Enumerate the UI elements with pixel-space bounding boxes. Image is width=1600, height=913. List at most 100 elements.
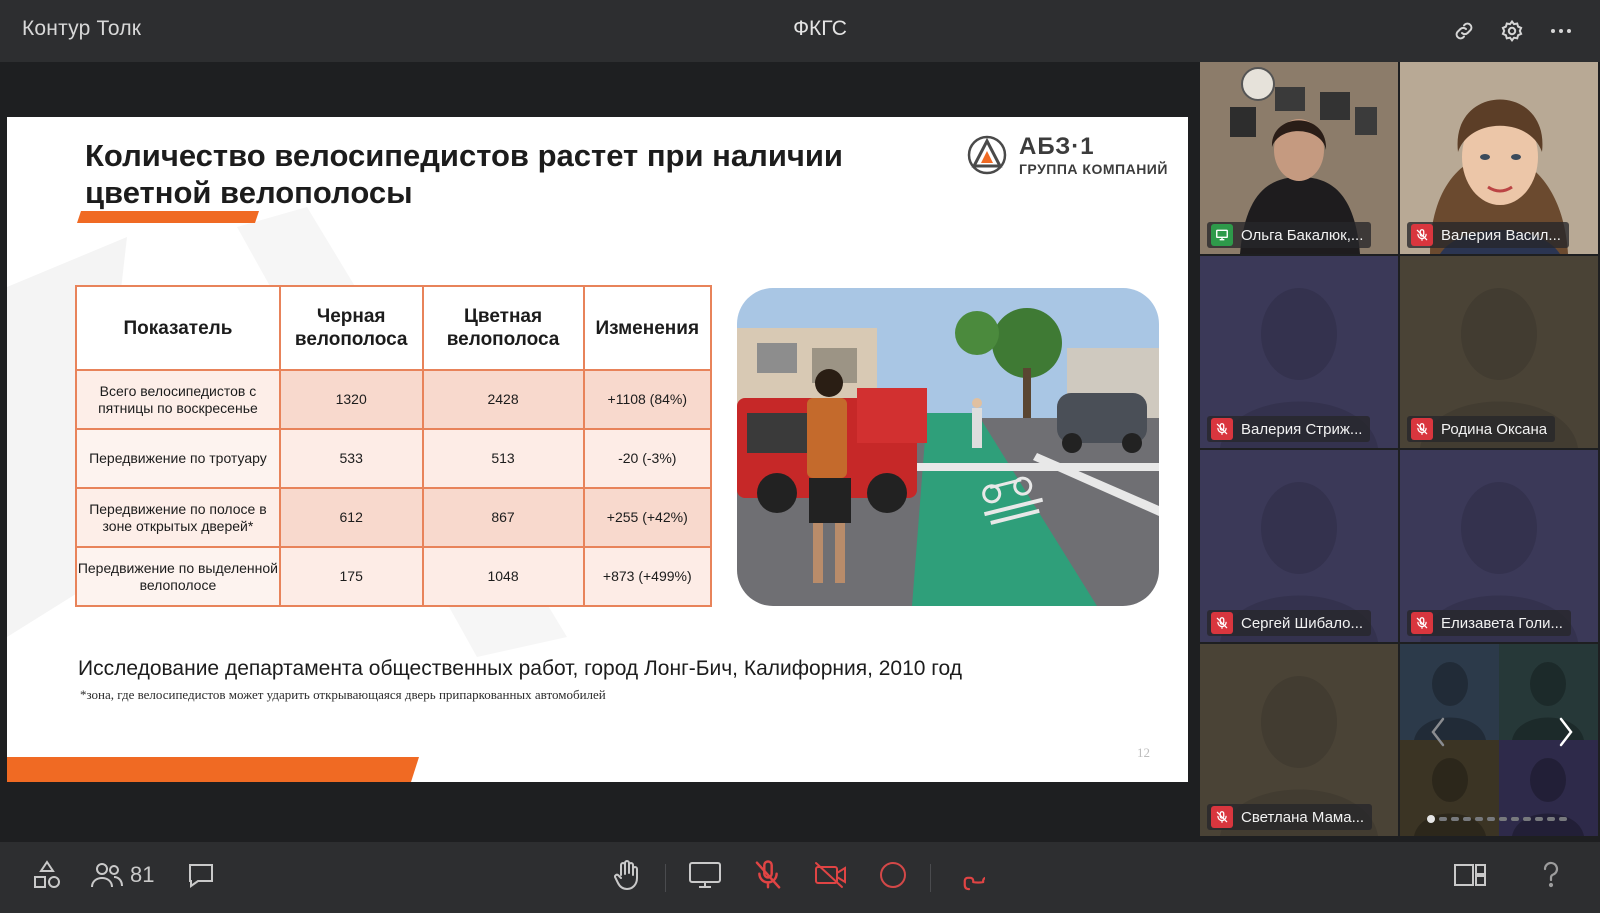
screen-share-badge (1211, 224, 1233, 246)
table-header-cell: Изменения (582, 285, 713, 371)
apps-button[interactable] (30, 856, 64, 894)
muted-badge (1411, 612, 1433, 634)
participant-label: Родина Оксана (1407, 416, 1556, 442)
logo-subtitle: ГРУППА КОМПАНИЙ (1019, 161, 1168, 177)
screen-share-stage: Количество велосипедистов растет при нал… (0, 62, 1198, 842)
participant-name: Валерия Стриж... (1241, 420, 1363, 438)
more-button[interactable] (1546, 16, 1576, 46)
pagination-dot[interactable] (1547, 817, 1555, 821)
muted-badge (1211, 418, 1233, 440)
bike-lane-photo (737, 288, 1159, 606)
link-icon (1455, 22, 1473, 40)
pagination-dot[interactable] (1451, 817, 1459, 821)
pagination-dot[interactable] (1439, 817, 1447, 821)
slide-bottom-accent (7, 757, 419, 782)
participant-tile[interactable]: Валерия Стриж... (1200, 256, 1398, 448)
table-row: Передвижение по выделенной велополосе 17… (75, 546, 713, 607)
slide-page-number: 12 (1137, 745, 1150, 760)
help-button[interactable] (1536, 856, 1566, 894)
record-button[interactable] (876, 856, 910, 894)
hang-up-button[interactable] (951, 856, 987, 894)
title-underline (77, 211, 259, 223)
participant-tile[interactable]: Елизавета Голи... (1400, 450, 1598, 642)
pagination-dot[interactable] (1463, 817, 1471, 821)
participants-button[interactable]: 81 (90, 856, 160, 894)
mic-off-icon (1416, 423, 1428, 435)
table-cell: 867 (421, 487, 585, 548)
layout-button[interactable] (1452, 856, 1488, 894)
participant-tile[interactable]: Сергей Шибало... (1200, 450, 1398, 642)
table-cell: 1320 (278, 369, 424, 430)
layout-icon (1454, 864, 1486, 886)
muted-badge (1211, 806, 1233, 828)
pagination-dot[interactable] (1559, 817, 1567, 821)
table-row: Передвижение по тротуару 533 513 -20 (-3… (75, 428, 713, 489)
participants-grid: Ольга Бакалюк,... Валерия Васил... Валер… (1198, 62, 1600, 842)
slide-title: Количество велосипедистов растет при нал… (85, 138, 843, 210)
mic-off-icon (755, 860, 781, 889)
toolbar-separator (930, 864, 931, 892)
copy-link-button[interactable] (1449, 16, 1479, 46)
participant-name: Валерия Васил... (1441, 226, 1561, 244)
raise-hand-icon (614, 860, 638, 891)
top-bar: Контур Толк ФКГС (0, 0, 1600, 62)
participant-name: Ольга Бакалюк,... (1241, 226, 1364, 244)
pagination-dot[interactable] (1427, 815, 1435, 823)
pagination-dot[interactable] (1523, 817, 1531, 821)
table-cell: +1108 (84%) (582, 369, 713, 430)
meeting-window: Контур Толк ФКГС Количество велосипедист… (0, 0, 1600, 913)
table-cell: -20 (-3%) (582, 428, 713, 489)
participant-label: Сергей Шибало... (1207, 610, 1372, 636)
table-cell: +255 (+42%) (582, 487, 713, 548)
mic-off-icon (1416, 617, 1428, 629)
camera-button[interactable] (812, 856, 850, 894)
slide-footnote: *зона, где велосипедистов может ударить … (80, 687, 606, 702)
raise-hand-button[interactable] (610, 856, 644, 894)
table-cell: Передвижение по тротуару (75, 428, 281, 489)
help-icon (1543, 861, 1559, 888)
participant-tile[interactable]: Светлана Мама... (1200, 644, 1398, 836)
mic-off-icon (1216, 617, 1228, 629)
pagination-dot[interactable] (1535, 817, 1543, 821)
chevron-right-icon (1559, 717, 1573, 747)
participant-label: Елизавета Голи... (1407, 610, 1571, 636)
chat-icon (189, 864, 213, 888)
grid-prev-button[interactable] (1423, 710, 1453, 754)
pagination-dot[interactable] (1487, 817, 1495, 821)
participant-tile[interactable]: Родина Оксана (1400, 256, 1598, 448)
table-cell: Передвижение по полосе в зоне открытых д… (75, 487, 281, 548)
chevron-left-icon (1431, 717, 1445, 747)
participant-tile[interactable]: Ольга Бакалюк,... (1200, 62, 1398, 254)
settings-button[interactable] (1497, 16, 1527, 46)
participant-label: Светлана Мама... (1207, 804, 1373, 830)
camera-off-icon (815, 862, 846, 888)
pagination-dot[interactable] (1511, 817, 1519, 821)
record-icon (880, 862, 906, 888)
monitor-icon (1216, 229, 1228, 241)
pagination-dot[interactable] (1499, 817, 1507, 821)
grid-pagination[interactable] (1427, 815, 1567, 823)
grid-next-button[interactable] (1551, 710, 1581, 754)
mic-off-icon (1416, 229, 1428, 241)
logo-mark-icon (967, 135, 1007, 175)
table-cell: 533 (278, 428, 424, 489)
participants-count: 81 (130, 862, 155, 887)
muted-badge (1411, 224, 1433, 246)
chat-button[interactable] (184, 856, 218, 894)
gear-icon (1501, 19, 1523, 42)
screen-share-button[interactable] (687, 856, 723, 894)
street-scene-image (737, 288, 1159, 606)
participant-tile[interactable]: Валерия Васил... (1400, 62, 1598, 254)
microphone-button[interactable] (751, 856, 785, 894)
table-cell: +873 (+499%) (582, 546, 713, 607)
table-row: Всего велосипедистов с пятницы по воскре… (75, 369, 713, 430)
table-header-row: Показатель Черная велополоса Цветная вел… (75, 285, 713, 371)
pagination-dot[interactable] (1475, 817, 1483, 821)
muted-badge (1211, 612, 1233, 634)
participant-name: Светлана Мама... (1241, 808, 1365, 826)
participant-name: Елизавета Голи... (1441, 614, 1563, 632)
table-cell: 1048 (421, 546, 585, 607)
table-cell: 513 (421, 428, 585, 489)
screen-share-icon (689, 862, 721, 888)
presentation-slide: Количество велосипедистов растет при нал… (7, 117, 1188, 782)
